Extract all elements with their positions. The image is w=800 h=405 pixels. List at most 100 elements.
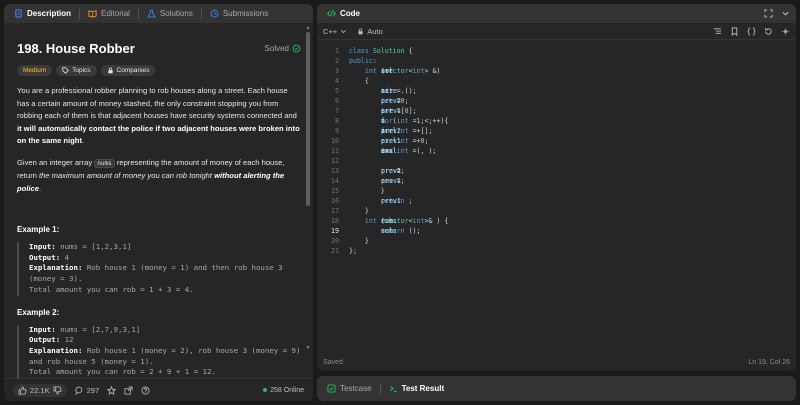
scroll-up-arrow[interactable]: ▲ bbox=[305, 25, 311, 31]
code-line[interactable]: 9 int incl = prev2 + arr[i]; bbox=[317, 126, 796, 136]
tab-description[interactable]: Description bbox=[10, 9, 75, 18]
code-token: int bbox=[396, 117, 413, 125]
code-line[interactable]: 3 int sol (vector<int> & arr) bbox=[317, 66, 796, 76]
auto-mode-toggle[interactable]: Auto bbox=[357, 26, 383, 36]
code-token: arr bbox=[381, 107, 393, 115]
format-icon[interactable] bbox=[713, 27, 722, 36]
fullscreen-icon[interactable] bbox=[764, 9, 773, 18]
code-token: { bbox=[349, 77, 369, 85]
code-line[interactable]: 8 for(int i =1; i < n; i ++){ bbox=[317, 116, 796, 126]
code-editor[interactable]: 1 class Solution {2 public: 3 int sol (vecto… bbox=[317, 41, 796, 353]
code-line[interactable]: 12 bbox=[317, 156, 796, 166]
line-content: prev2 = prev1; bbox=[349, 166, 405, 176]
language-select[interactable]: C++ bbox=[323, 27, 347, 36]
code-icon bbox=[327, 10, 336, 17]
tab-submissions[interactable]: Submissions bbox=[206, 9, 272, 18]
bookmark-icon[interactable] bbox=[730, 26, 739, 36]
code-line[interactable]: 17 } bbox=[317, 206, 796, 216]
help-icon[interactable] bbox=[141, 385, 150, 395]
line-content: prev1 = ans; bbox=[349, 176, 405, 186]
tab-solutions[interactable]: Solutions bbox=[143, 9, 197, 18]
code-line[interactable]: 19 return sol(nums); bbox=[317, 226, 796, 236]
text-run: . bbox=[38, 183, 42, 193]
code-line[interactable]: 16 return prev1; bbox=[317, 196, 796, 206]
online-dot bbox=[263, 388, 268, 392]
code-line[interactable]: 1 class Solution { bbox=[317, 46, 796, 56]
code-line[interactable]: 4 { bbox=[317, 76, 796, 86]
line-number: 6 bbox=[335, 97, 339, 105]
like-count: 22.1K bbox=[30, 385, 50, 395]
code-line[interactable]: 10 int excl = prev1 +0; bbox=[317, 136, 796, 146]
cursor-position: Ln 19, Col 26 bbox=[748, 358, 790, 366]
code-line[interactable]: 6 int prev2 =0; bbox=[317, 96, 796, 106]
difficulty-badge[interactable]: Medium bbox=[17, 65, 53, 76]
tab-testcase[interactable]: Testcase bbox=[323, 384, 376, 393]
tab-label: Test Result bbox=[401, 384, 445, 393]
thumbs-down-icon[interactable] bbox=[53, 385, 62, 395]
example-title: Example 1: bbox=[17, 225, 60, 234]
lock-icon bbox=[107, 67, 113, 74]
code-token: }; bbox=[349, 247, 357, 255]
code-line[interactable]: 20 } bbox=[317, 236, 796, 246]
terminal-icon bbox=[389, 385, 397, 392]
code-token: Solution bbox=[372, 47, 405, 55]
tag-icon bbox=[62, 67, 70, 74]
line-number: 16 bbox=[331, 197, 339, 205]
code-token: > & bbox=[424, 67, 437, 75]
code-token: arr bbox=[381, 67, 393, 75]
example-explanation-label: Explanation: bbox=[29, 345, 83, 355]
settings-icon[interactable] bbox=[781, 27, 790, 36]
star-icon[interactable] bbox=[107, 385, 117, 395]
scroll-down-arrow[interactable]: ▼ bbox=[305, 345, 311, 351]
code-line[interactable]: 13 prev2 = prev1; bbox=[317, 166, 796, 176]
reset-icon[interactable] bbox=[764, 27, 773, 36]
braces-icon[interactable] bbox=[747, 26, 756, 36]
share-icon[interactable] bbox=[124, 385, 133, 395]
code-line[interactable]: 2 public: bbox=[317, 56, 796, 66]
code-token: prev1 bbox=[381, 197, 401, 205]
code-token: : bbox=[372, 57, 377, 65]
code-line[interactable]: 11 int ans = max(incl, excl); bbox=[317, 146, 796, 156]
line-content: } bbox=[349, 186, 385, 196]
window-controls bbox=[764, 9, 790, 18]
history-icon bbox=[210, 9, 219, 18]
code-token: int bbox=[412, 67, 425, 75]
example-block: Input: nums = [2,7,9,3,1] Output: 12 Exp… bbox=[17, 324, 301, 378]
lock-icon bbox=[358, 28, 363, 34]
code-line[interactable]: 5 int n = arr. size (); bbox=[317, 86, 796, 96]
problem-paragraph-2: Given an integer array nums representing… bbox=[17, 157, 301, 196]
code-line[interactable]: 7 int prev1 = arr [0]; bbox=[317, 106, 796, 116]
tab-editorial[interactable]: Editorial bbox=[84, 9, 134, 18]
code-panel: Code C++ Auto 1 class Solution {2 public: 3… bbox=[317, 4, 796, 371]
thumbs-up-icon[interactable] bbox=[18, 385, 27, 395]
code-token: prev2 bbox=[381, 97, 401, 105]
auto-mode-label: Auto bbox=[367, 26, 383, 36]
companies-badge[interactable]: Companies bbox=[100, 65, 156, 76]
comments-button[interactable]: 297 bbox=[74, 386, 99, 395]
code-token: nums bbox=[381, 227, 397, 235]
code-token: int bbox=[364, 67, 381, 75]
editor-tools bbox=[713, 26, 790, 36]
text-run: You are a professional robber planning t… bbox=[17, 86, 297, 120]
tab-code[interactable]: Code bbox=[323, 9, 364, 18]
topics-label: Topics bbox=[72, 67, 91, 74]
code-line[interactable]: 15 } bbox=[317, 186, 796, 196]
chevron-down-icon[interactable] bbox=[781, 9, 790, 18]
tab-divider bbox=[379, 383, 381, 394]
chevron-down-icon bbox=[341, 29, 347, 33]
code-line[interactable]: 14 prev1 = ans; bbox=[317, 176, 796, 186]
code-line[interactable]: 21}; bbox=[317, 246, 796, 256]
code-header: Code bbox=[317, 4, 796, 23]
code-token: int bbox=[412, 217, 425, 225]
code-line[interactable]: 18 int rob (vector<int>& nums) { bbox=[317, 216, 796, 226]
code-token: nums bbox=[381, 217, 397, 225]
line-content: return prev1; bbox=[349, 196, 413, 206]
topics-badge[interactable]: Topics bbox=[56, 65, 97, 76]
problem-title[interactable]: 198. House Robber bbox=[17, 41, 135, 56]
tab-test-result[interactable]: Test Result bbox=[385, 384, 449, 393]
code-token: int bbox=[364, 217, 381, 225]
description-scrollbar[interactable] bbox=[306, 32, 310, 206]
tab-divider bbox=[200, 8, 202, 19]
